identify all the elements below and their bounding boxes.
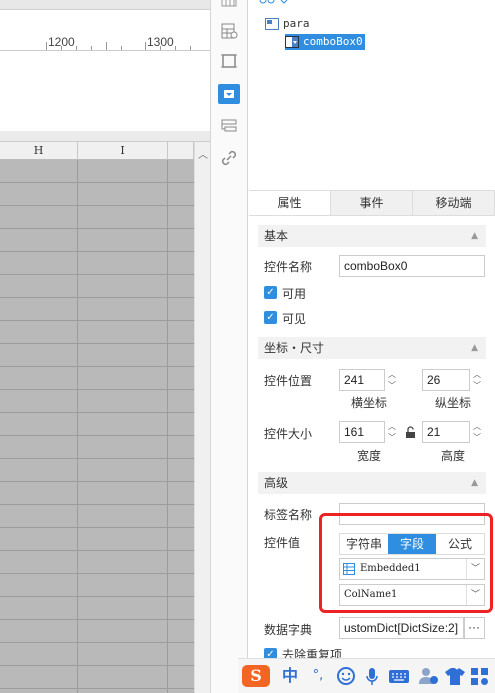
data-dict-input[interactable]: ustomDict[DictSize:2]: [339, 617, 464, 639]
column-header-i[interactable]: I: [78, 142, 168, 160]
y-label: 纵坐标: [434, 396, 471, 410]
data-dict-label: 数据字典: [264, 623, 313, 637]
column-header-h[interactable]: H: [0, 142, 78, 160]
tree-node-label: para: [283, 17, 310, 30]
toolbox-grid-icon[interactable]: [470, 665, 490, 687]
section-title: 坐标・尺寸: [264, 341, 325, 355]
emoji-icon[interactable]: [336, 665, 356, 687]
sheet-grid[interactable]: [0, 160, 194, 693]
widget-tree: para comboBox0: [249, 0, 495, 190]
ruler-top-strip: [0, 0, 210, 10]
layout-icon[interactable]: [220, 117, 238, 135]
section-coords[interactable]: 坐标・尺寸 ▲: [258, 337, 486, 359]
widget-toolbar: [210, 0, 248, 693]
user-icon[interactable]: [418, 665, 440, 687]
section-title: 基本: [264, 229, 289, 243]
collapse-icon[interactable]: ▲: [471, 337, 478, 359]
widget-name-input[interactable]: comboBox0: [339, 255, 485, 277]
enabled-checkbox[interactable]: ✓: [264, 286, 277, 299]
x-input[interactable]: 241: [339, 369, 385, 391]
y-input[interactable]: 26: [422, 369, 470, 391]
width-label: 宽度: [356, 449, 381, 463]
ime-mode-toggle[interactable]: 中: [280, 665, 300, 687]
column-header-blank[interactable]: [168, 142, 194, 160]
tree-toolbar-icon[interactable]: [259, 0, 289, 5]
tag-name-label: 标签名称: [264, 508, 313, 522]
horizontal-ruler: 1200 1300: [0, 33, 210, 51]
size-label: 控件大小: [264, 427, 313, 441]
report-cell-icon[interactable]: [220, 22, 238, 40]
frame-icon[interactable]: [220, 52, 238, 70]
grid-icon[interactable]: [220, 0, 238, 8]
section-title: 高级: [264, 476, 289, 490]
vertical-scrollbar[interactable]: ︿: [194, 142, 210, 693]
x-stepper[interactable]: ︿ ﹀: [385, 369, 399, 391]
width-stepper[interactable]: ︿ ﹀: [385, 421, 399, 443]
section-basic[interactable]: 基本 ▲: [258, 225, 486, 247]
height-label: 高度: [440, 449, 465, 463]
tab-properties[interactable]: 属性: [249, 191, 331, 215]
highlight-box: [319, 513, 493, 613]
visible-checkbox[interactable]: ✓: [264, 311, 277, 324]
ime-toolbar: S 中 °,: [238, 658, 495, 693]
height-input[interactable]: 21: [422, 421, 470, 443]
skin-shirt-icon[interactable]: [444, 665, 466, 687]
property-tabs: 属性 事件 移动端: [249, 190, 495, 216]
combobox-widget-icon[interactable]: [218, 84, 240, 104]
tab-mobile[interactable]: 移动端: [413, 191, 495, 215]
form-icon: [265, 18, 279, 30]
combobox-icon: [285, 36, 299, 48]
position-label: 控件位置: [264, 374, 313, 388]
punctuation-toggle[interactable]: °,: [308, 665, 328, 687]
tree-node-para[interactable]: para: [265, 16, 310, 32]
canvas-separator: [0, 131, 210, 142]
height-stepper[interactable]: ︿ ﹀: [470, 421, 484, 443]
enabled-label: 可用: [282, 287, 307, 301]
tab-events[interactable]: 事件: [331, 191, 413, 215]
link-icon[interactable]: [220, 149, 238, 167]
tree-node-label: comboBox0: [303, 35, 363, 48]
microphone-icon[interactable]: [364, 665, 380, 687]
y-stepper[interactable]: ︿ ﹀: [470, 369, 484, 391]
collapse-icon[interactable]: ▲: [471, 472, 478, 494]
sogou-logo-icon[interactable]: S: [242, 665, 270, 687]
ruler-label: 1200: [48, 35, 75, 49]
design-canvas[interactable]: [0, 51, 210, 131]
ruler-label: 1300: [147, 35, 174, 49]
unlock-icon[interactable]: [405, 426, 416, 439]
section-advanced[interactable]: 高级 ▲: [258, 472, 486, 494]
visible-label: 可见: [282, 312, 307, 326]
widget-value-label: 控件值: [264, 536, 301, 550]
scroll-up-icon[interactable]: ︿: [198, 146, 208, 161]
tree-node-combobox[interactable]: comboBox0: [285, 34, 365, 50]
keyboard-icon[interactable]: [388, 665, 410, 687]
width-input[interactable]: 161: [339, 421, 385, 443]
name-label: 控件名称: [264, 260, 313, 274]
collapse-icon[interactable]: ▲: [471, 225, 478, 247]
x-label: 横坐标: [350, 396, 387, 410]
data-dict-more-button[interactable]: ···: [464, 617, 485, 639]
